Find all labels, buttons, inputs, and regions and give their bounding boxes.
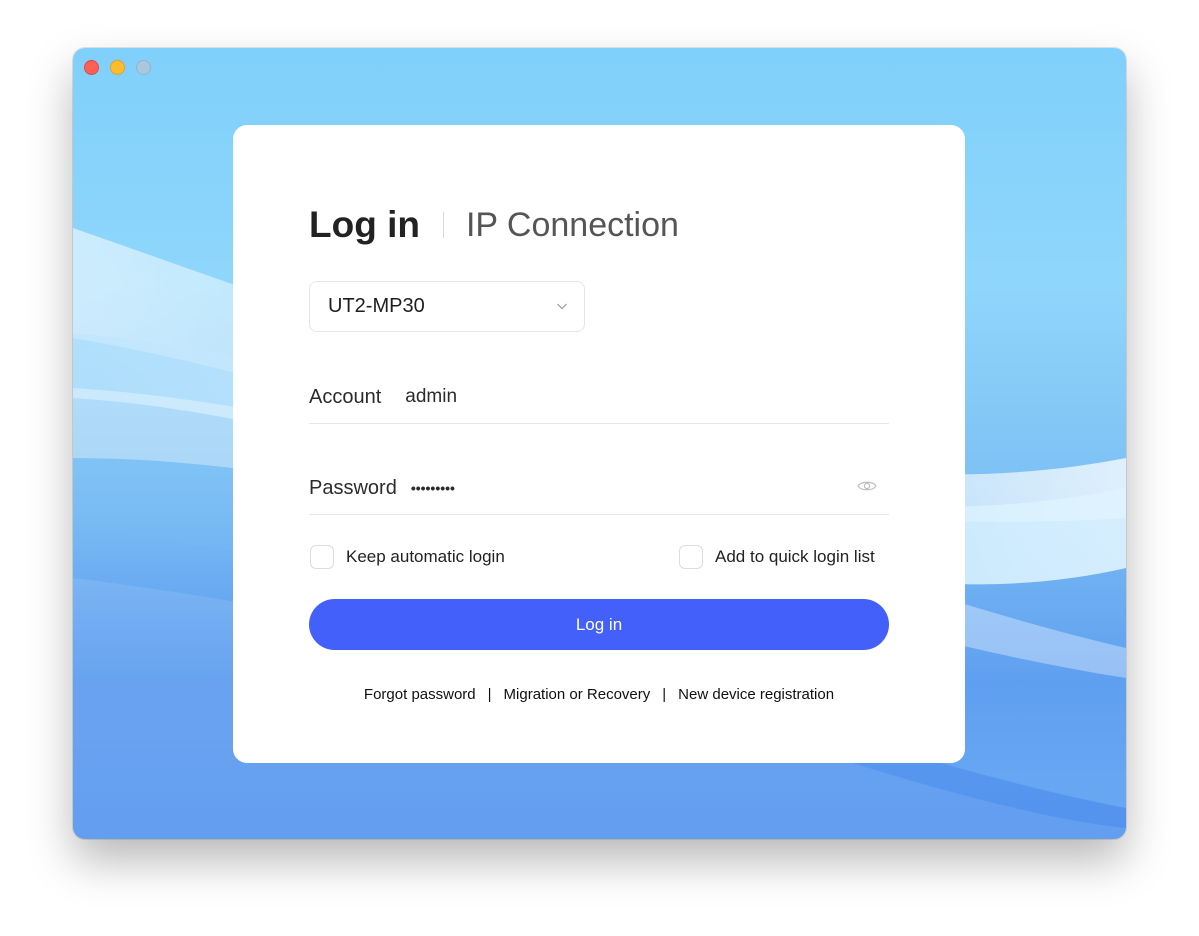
link-separator: |	[487, 686, 492, 703]
forgot-password-link[interactable]: Forgot password	[364, 686, 476, 703]
footer-links: Forgot password | Migration or Recovery …	[233, 686, 965, 703]
window-minimize-button[interactable]	[110, 60, 125, 75]
account-input[interactable]	[403, 385, 838, 409]
window-close-button[interactable]	[84, 60, 99, 75]
keep-auto-login-checkbox[interactable]	[310, 545, 334, 569]
chevron-down-icon	[557, 303, 567, 310]
tab-divider	[442, 212, 444, 238]
account-label: Account	[309, 385, 382, 408]
device-select[interactable]: UT2-MP30	[309, 281, 585, 332]
link-separator: |	[662, 686, 667, 703]
quick-login-list-label: Add to quick login list	[715, 547, 875, 566]
migration-recovery-link[interactable]: Migration or Recovery	[504, 686, 651, 703]
account-field: Account	[309, 371, 889, 424]
keep-auto-login-label: Keep automatic login	[346, 547, 505, 566]
quick-login-list-option[interactable]: Add to quick login list	[679, 543, 875, 571]
keep-auto-login-option[interactable]: Keep automatic login	[310, 543, 505, 571]
window-maximize-button[interactable]	[136, 60, 151, 75]
login-button[interactable]: Log in	[309, 599, 889, 650]
new-device-registration-link[interactable]: New device registration	[678, 686, 834, 703]
password-input[interactable]: •••••••••	[411, 480, 811, 496]
password-label: Password	[309, 476, 397, 499]
app-window: Log in IP Connection UT2-MP30 Account Pa…	[73, 48, 1126, 839]
tab-login[interactable]: Log in	[309, 204, 420, 246]
password-field: Password •••••••••	[309, 462, 889, 515]
quick-login-list-checkbox[interactable]	[679, 545, 703, 569]
login-card: Log in IP Connection UT2-MP30 Account Pa…	[233, 125, 965, 763]
eye-icon[interactable]	[857, 479, 877, 493]
login-tabs: Log in IP Connection	[309, 201, 679, 249]
tab-ip-connection[interactable]: IP Connection	[466, 206, 679, 245]
device-select-value: UT2-MP30	[328, 295, 425, 317]
